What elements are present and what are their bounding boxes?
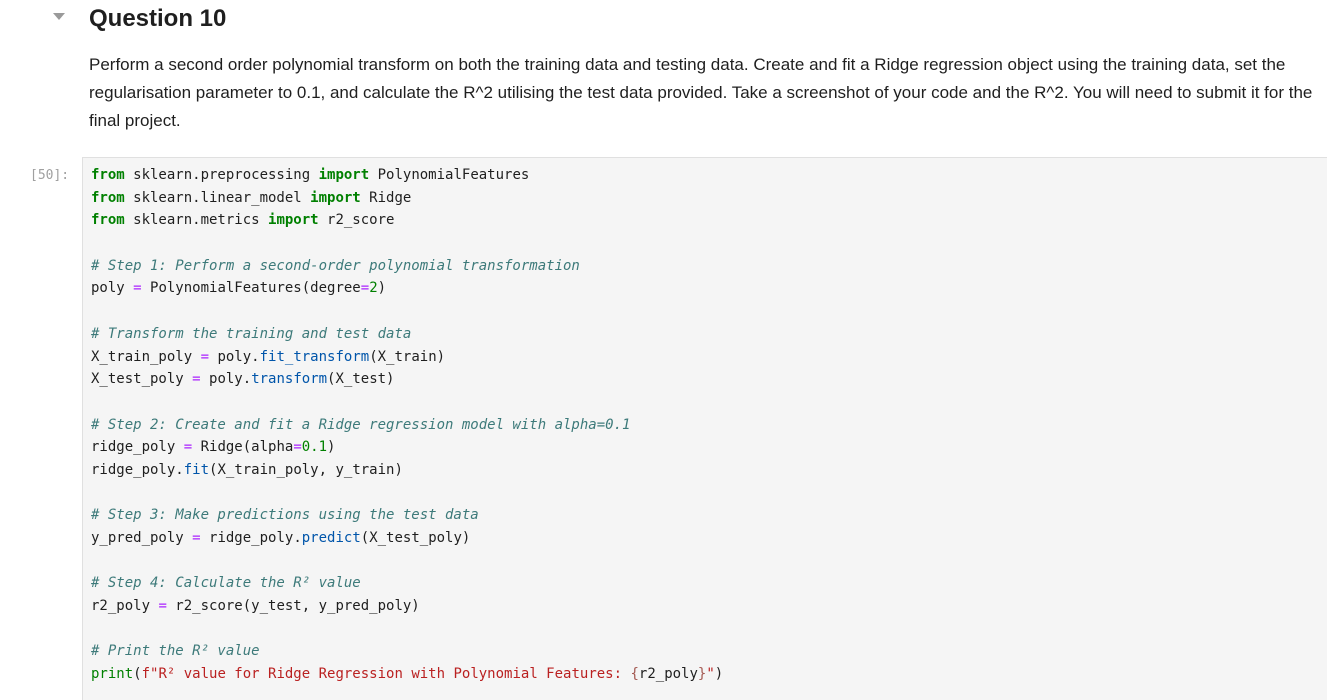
code-token: sklearn.linear_model	[124, 189, 311, 206]
code-line[interactable]: # Transform the training and test data	[91, 323, 723, 346]
code-line[interactable]: y_pred_poly = ridge_poly.predict(X_test_…	[91, 527, 723, 550]
code-token: from	[91, 167, 125, 183]
code-line[interactable]: X_train_poly = poly.fit_transform(X_trai…	[91, 346, 723, 369]
code-token: .	[175, 461, 184, 478]
code-token: .	[251, 348, 260, 365]
code-token: import	[268, 212, 319, 229]
code-line[interactable]: from sklearn.metrics import r2_score	[91, 209, 723, 232]
code-token: r2_poly	[91, 598, 159, 615]
execution-count-prompt: [50]:	[30, 168, 70, 183]
code-line[interactable]: poly = PolynomialFeatures(degree=2)	[91, 277, 723, 300]
code-token: poly	[209, 348, 252, 365]
code-token: sklearn.preprocessing	[124, 167, 319, 183]
code-token: from	[91, 212, 125, 229]
code-line[interactable]: ​	[91, 300, 723, 323]
code-line[interactable]: X_test_poly = poly.transform(X_test)	[91, 368, 723, 391]
code-token: import	[310, 189, 361, 206]
code-token: (X_train)	[369, 348, 446, 365]
code-token: "	[706, 666, 715, 683]
chevron-down-icon[interactable]	[53, 13, 65, 20]
question-instructions: Perform a second order polynomial transf…	[89, 55, 1313, 130]
code-cell[interactable]: [50]: from sklearn.preprocessing import …	[0, 157, 1327, 700]
code-token: y_pred_poly	[91, 530, 193, 546]
code-token: 0.1	[301, 439, 328, 456]
code-editor[interactable]: from sklearn.preprocessing import Polyno…	[82, 157, 1327, 700]
code-line[interactable]: # Step 4: Calculate the R² value	[91, 572, 723, 595]
code-token: 2	[369, 280, 378, 297]
code-token: # Transform the training and test data	[91, 325, 412, 342]
code-token: sklearn.metrics	[124, 212, 269, 229]
code-token: ridge_poly	[91, 461, 176, 478]
code-token: poly	[200, 371, 243, 388]
code-token: import	[318, 167, 370, 183]
code-line[interactable]: # Print the R² value	[91, 640, 723, 663]
code-token: # Step 2: Create and fit a Ridge regress…	[91, 416, 631, 433]
code-line[interactable]: ​	[91, 391, 723, 414]
code-token: poly	[91, 280, 134, 297]
code-token: # Print the R² value	[91, 643, 260, 660]
code-token: ridge_poly	[91, 439, 184, 456]
code-token: # Step 3: Make predictions using the tes…	[91, 507, 479, 524]
code-token: X_test_poly	[91, 371, 193, 388]
code-line[interactable]: ridge_poly = Ridge(alpha=0.1)	[91, 436, 723, 459]
code-token: (X_test)	[327, 371, 395, 388]
code-token: )	[714, 666, 724, 683]
code-token: =	[293, 439, 302, 456]
code-line[interactable]: # Step 3: Make predictions using the tes…	[91, 504, 723, 527]
code-token: PolynomialFeatures(degree	[141, 280, 361, 297]
code-token: transform	[251, 371, 328, 388]
code-token: f"R² value for Ridge Regression with Pol…	[141, 666, 631, 683]
code-token: # Step 1: Perform a second-order polynom…	[91, 257, 580, 274]
code-token: .	[293, 530, 302, 546]
code-token: from	[91, 189, 125, 206]
code-token: PolynomialFeatures	[369, 167, 530, 183]
code-token: print	[91, 666, 134, 683]
code-token: (X_test_poly)	[360, 530, 471, 546]
code-line[interactable]: r2_poly = r2_score(y_test, y_pred_poly)	[91, 595, 723, 618]
code-line[interactable]: # Step 2: Create and fit a Ridge regress…	[91, 414, 723, 437]
code-token: Ridge(alpha	[192, 439, 294, 456]
code-token: =	[183, 439, 193, 456]
code-token: (X_train_poly, y_train)	[209, 461, 403, 478]
code-line[interactable]: ridge_poly.fit(X_train_poly, y_train)	[91, 459, 723, 482]
code-token: r2_score	[318, 212, 395, 229]
question-heading: Question 10	[89, 5, 227, 32]
code-token: {	[630, 666, 639, 683]
code-token: )	[327, 439, 336, 456]
code-token: =	[200, 348, 210, 365]
code-line[interactable]: from sklearn.linear_model import Ridge	[91, 187, 723, 210]
code-line[interactable]: print(f"R² value for Ridge Regression wi…	[91, 663, 723, 686]
code-token: =	[133, 280, 142, 297]
code-token: (	[133, 666, 142, 683]
code-token: X_train_poly	[91, 348, 201, 365]
code-token: fit	[183, 461, 210, 478]
code-token: .	[242, 371, 252, 388]
code-token: =	[158, 598, 167, 615]
code-token: =	[192, 530, 201, 546]
code-line[interactable]: ​	[91, 482, 723, 505]
code-token: r2_poly	[638, 666, 698, 683]
code-token: Ridge	[360, 189, 412, 206]
code-token: =	[192, 371, 201, 388]
code-line[interactable]: # Step 1: Perform a second-order polynom…	[91, 255, 723, 278]
code-line[interactable]: ​	[91, 618, 723, 641]
code-line[interactable]: ​	[91, 232, 723, 255]
code-token: r2_score(y_test, y_pred_poly)	[166, 598, 420, 615]
code-token: ridge_poly	[200, 530, 294, 546]
code-text[interactable]: from sklearn.preprocessing import Polyno…	[91, 164, 723, 686]
code-line[interactable]: ​	[91, 550, 723, 573]
code-token: # Step 4: Calculate the R² value	[91, 575, 361, 592]
code-token: )	[377, 280, 387, 297]
code-token: predict	[301, 530, 361, 546]
code-token: =	[360, 280, 370, 297]
code-line[interactable]: from sklearn.preprocessing import Polyno…	[91, 164, 723, 187]
code-token: fit_transform	[259, 348, 370, 365]
